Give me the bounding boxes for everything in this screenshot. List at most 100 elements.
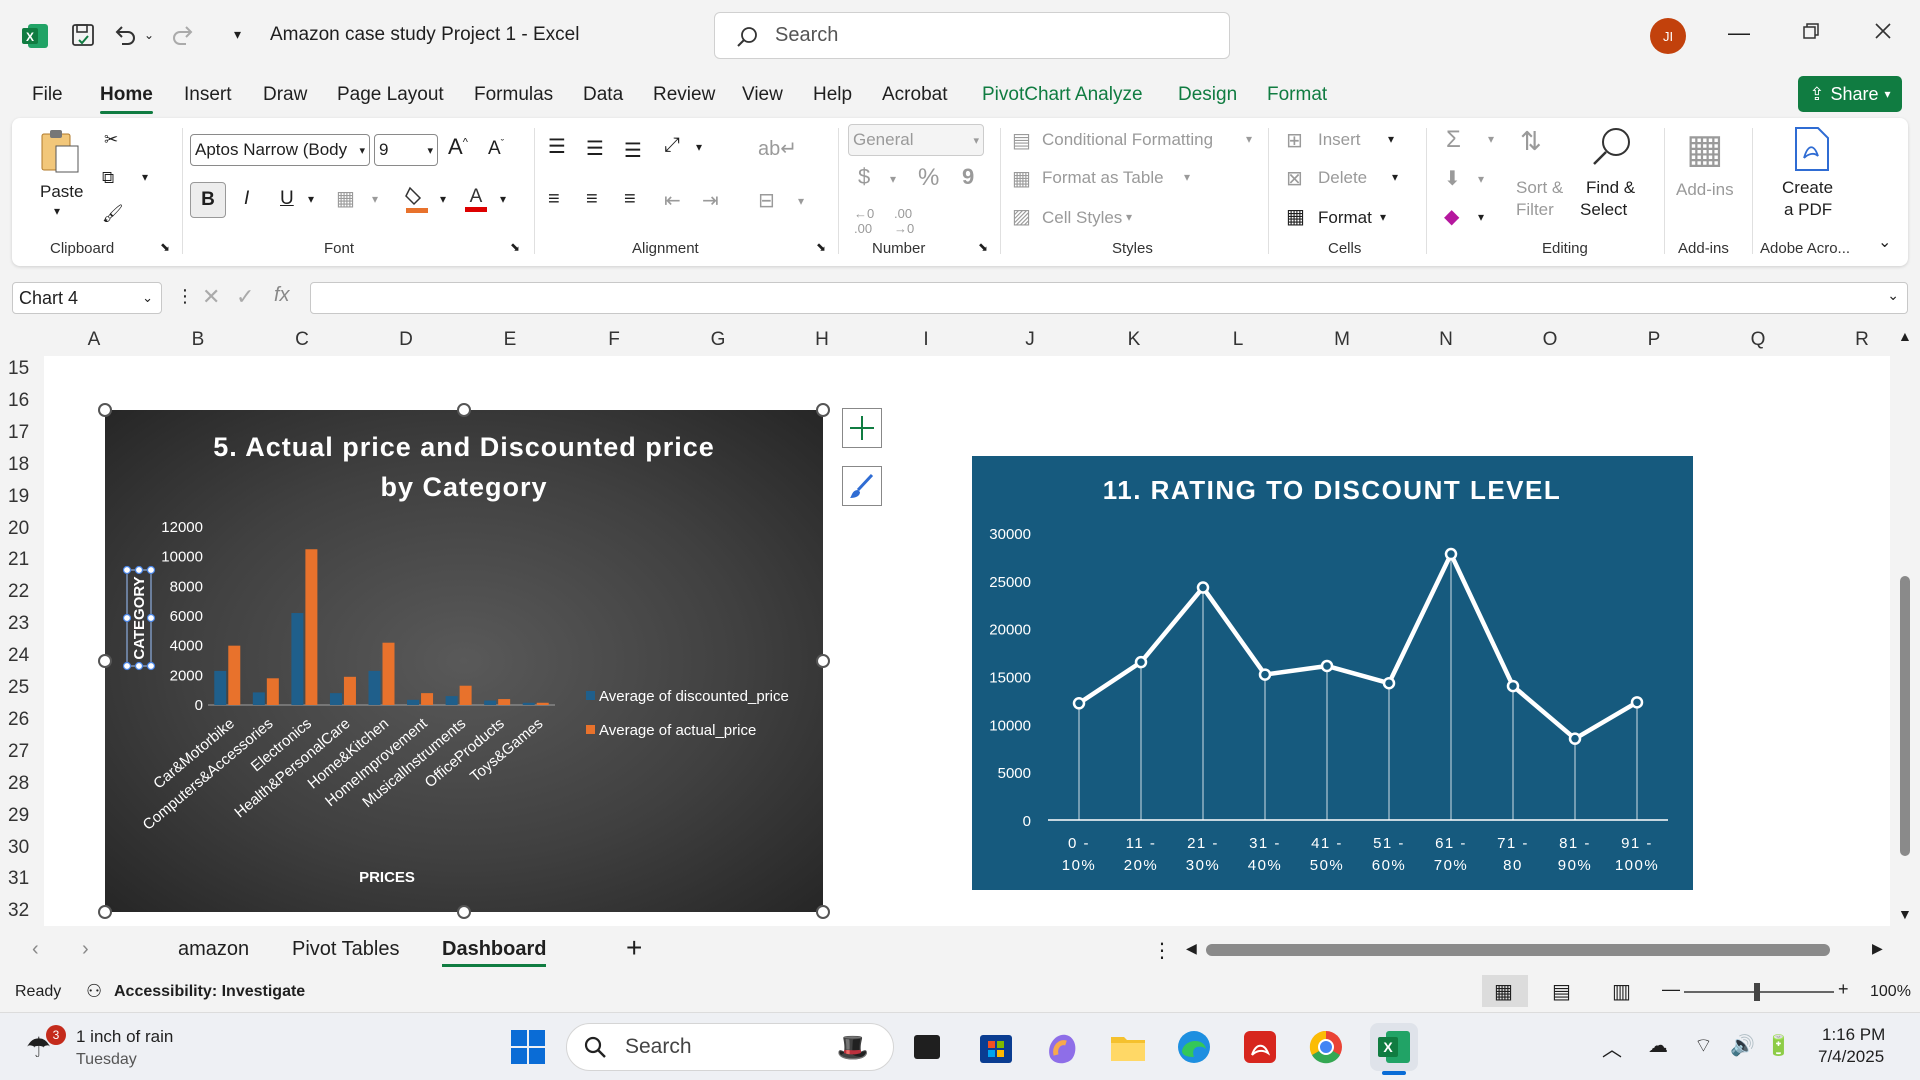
confirm-formula-icon[interactable]: ✓ <box>236 284 254 310</box>
redo-icon[interactable] <box>170 22 196 53</box>
autosum-icon[interactable]: Σ <box>1446 126 1461 154</box>
accessibility-status[interactable]: Accessibility: Investigate <box>114 983 305 1001</box>
name-box[interactable]: Chart 4 ⌄ <box>12 282 162 314</box>
row-header-24[interactable]: 24 <box>8 645 29 667</box>
format-cells-button[interactable]: Format <box>1318 208 1372 228</box>
row-header-29[interactable]: 29 <box>8 805 29 827</box>
align-middle-icon[interactable]: ☰ <box>586 136 604 161</box>
orientation-icon[interactable]: ⤢ <box>664 134 680 157</box>
tab-review[interactable]: Review <box>653 84 715 106</box>
page-break-view-icon[interactable]: ▥ <box>1612 979 1631 1004</box>
merge-center-icon[interactable]: ⊟ <box>758 188 775 213</box>
copy-dropdown-icon[interactable]: ▾ <box>142 170 148 184</box>
row-header-25[interactable]: 25 <box>8 677 29 699</box>
conditional-formatting-icon[interactable]: ▤ <box>1012 128 1031 153</box>
row-header-20[interactable]: 20 <box>8 518 29 540</box>
row-header-30[interactable]: 30 <box>8 837 29 859</box>
battery-icon[interactable]: 🔋 <box>1766 1033 1791 1058</box>
align-top-icon[interactable]: ☰ <box>548 134 566 159</box>
create-pdf-label-1[interactable]: Create <box>1782 178 1833 198</box>
column-header-K[interactable]: K <box>1082 329 1186 351</box>
delete-cells-icon[interactable]: ⊠ <box>1286 166 1303 191</box>
collapse-ribbon-icon[interactable]: ⌄ <box>1878 232 1891 252</box>
font-launcher-icon[interactable]: ⬊ <box>510 240 520 254</box>
column-header-A[interactable]: A <box>42 329 146 351</box>
column-header-G[interactable]: G <box>666 329 770 351</box>
decrease-indent-icon[interactable]: ⇤ <box>664 188 681 213</box>
tab-pivotchart-analyze[interactable]: PivotChart Analyze <box>982 84 1143 106</box>
decrease-font-icon[interactable]: Aˇ <box>488 138 504 160</box>
restore-button[interactable] <box>1802 20 1820 46</box>
chrome-icon[interactable] <box>1306 1027 1346 1067</box>
tab-draw[interactable]: Draw <box>263 84 307 106</box>
tab-file[interactable]: File <box>32 84 63 106</box>
column-header-C[interactable]: C <box>250 329 354 351</box>
copilot-icon[interactable] <box>1042 1027 1082 1067</box>
format-as-table-icon[interactable]: ▦ <box>1012 166 1031 191</box>
resize-handle[interactable] <box>98 905 112 919</box>
increase-indent-icon[interactable]: ⇥ <box>702 188 719 213</box>
italic-button[interactable]: I <box>244 188 249 210</box>
autosum-dropdown-icon[interactable]: ▾ <box>1488 132 1494 146</box>
chart-price-by-category[interactable]: 5. Actual price and Discounted price by C… <box>105 410 823 912</box>
align-bottom-icon[interactable]: ☰ <box>624 138 642 163</box>
scroll-right-icon[interactable]: ▶ <box>1872 940 1883 957</box>
tab-data[interactable]: Data <box>583 84 623 106</box>
vertical-scroll-thumb[interactable] <box>1900 576 1910 856</box>
volume-icon[interactable]: 🔊 <box>1730 1033 1755 1058</box>
clear-dropdown-icon[interactable]: ▾ <box>1478 210 1484 224</box>
comma-button[interactable]: 9 <box>962 164 974 190</box>
cell-styles-button[interactable]: Cell Styles <box>1042 208 1122 228</box>
font-name-select[interactable]: Aptos Narrow (Body ▾ <box>190 134 370 166</box>
font-size-select[interactable]: 9 ▾ <box>374 134 438 166</box>
tab-insert[interactable]: Insert <box>184 84 232 106</box>
row-header-15[interactable]: 15 <box>8 358 29 380</box>
underline-button[interactable]: U <box>280 188 294 210</box>
prev-sheet-icon[interactable]: ‹ <box>32 938 39 961</box>
currency-button[interactable]: $ <box>858 164 870 190</box>
borders-icon[interactable]: ▦ <box>336 186 355 211</box>
column-header-H[interactable]: H <box>770 329 874 351</box>
decrease-decimal-icon[interactable]: .00 →0 <box>894 206 914 236</box>
zoom-out-icon[interactable]: — <box>1662 979 1680 1000</box>
resize-handle[interactable] <box>457 905 471 919</box>
taskbar-search[interactable]: Search 🎩 <box>566 1023 894 1071</box>
microsoft-store-icon[interactable] <box>976 1027 1016 1067</box>
align-center-icon[interactable]: ≡ <box>586 188 598 211</box>
scroll-left-icon[interactable]: ◀ <box>1186 940 1197 957</box>
currency-dropdown-icon[interactable]: ▾ <box>890 172 896 186</box>
acrobat-icon[interactable] <box>1240 1027 1280 1067</box>
insert-cells-icon[interactable]: ⊞ <box>1286 128 1303 153</box>
column-header-F[interactable]: F <box>562 329 666 351</box>
tab-page-layout[interactable]: Page Layout <box>337 84 444 106</box>
find-select-icon[interactable] <box>1590 124 1634 173</box>
sort-filter-label-2[interactable]: Filter <box>1516 200 1554 220</box>
tab-home[interactable]: Home <box>100 84 153 114</box>
fill-dropdown-icon[interactable]: ▾ <box>1478 172 1484 186</box>
create-pdf-label-2[interactable]: a PDF <box>1784 200 1832 220</box>
task-view-icon[interactable] <box>906 1027 946 1067</box>
more-options-icon[interactable]: ⋮ <box>176 286 194 307</box>
fill-color-dropdown-icon[interactable]: ▾ <box>440 192 446 206</box>
fill-color-icon[interactable] <box>404 184 428 214</box>
resize-handle[interactable] <box>98 654 112 668</box>
column-header-B[interactable]: B <box>146 329 250 351</box>
increase-font-icon[interactable]: A^ <box>448 134 468 160</box>
formula-input[interactable]: ⌄ <box>310 282 1908 314</box>
format-cells-icon[interactable]: ▦ <box>1286 204 1305 229</box>
resize-handle[interactable] <box>816 905 830 919</box>
row-header-16[interactable]: 16 <box>8 390 29 412</box>
fill-icon[interactable]: ⬇ <box>1444 166 1461 191</box>
copy-icon[interactable]: ⧉ <box>102 168 114 188</box>
row-header-17[interactable]: 17 <box>8 422 29 444</box>
sheet-tab-amazon[interactable]: amazon <box>178 938 249 961</box>
tab-formulas[interactable]: Formulas <box>474 84 553 106</box>
column-header-D[interactable]: D <box>354 329 458 351</box>
chart-rating-to-discount[interactable]: 11. RATING TO DISCOUNT LEVEL 0 5000 10000 15… <box>972 456 1693 890</box>
column-header-M[interactable]: M <box>1290 329 1394 351</box>
vertical-scrollbar[interactable]: ▲ ▼ <box>1890 326 1920 926</box>
paste-button[interactable] <box>38 128 84 181</box>
clock-time[interactable]: 1:16 PM <box>1822 1025 1885 1045</box>
row-header-23[interactable]: 23 <box>8 613 29 635</box>
autosave-icon[interactable] <box>70 22 96 53</box>
